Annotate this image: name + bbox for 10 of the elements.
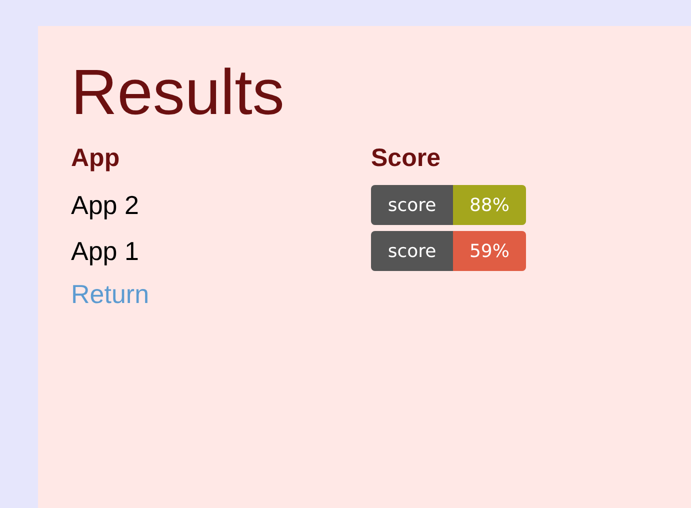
badge-label: score bbox=[371, 231, 453, 271]
app-name: App 1 bbox=[71, 234, 139, 268]
badge-value: 59% bbox=[453, 231, 526, 271]
badge-value: 88% bbox=[453, 185, 526, 225]
column-header: Score bbox=[371, 143, 440, 174]
column-header: App bbox=[71, 143, 120, 174]
return-link[interactable]: Return bbox=[71, 276, 150, 312]
app-name: App 2 bbox=[71, 188, 139, 222]
badge-label: score bbox=[371, 185, 453, 225]
page-title: Results bbox=[71, 55, 284, 130]
